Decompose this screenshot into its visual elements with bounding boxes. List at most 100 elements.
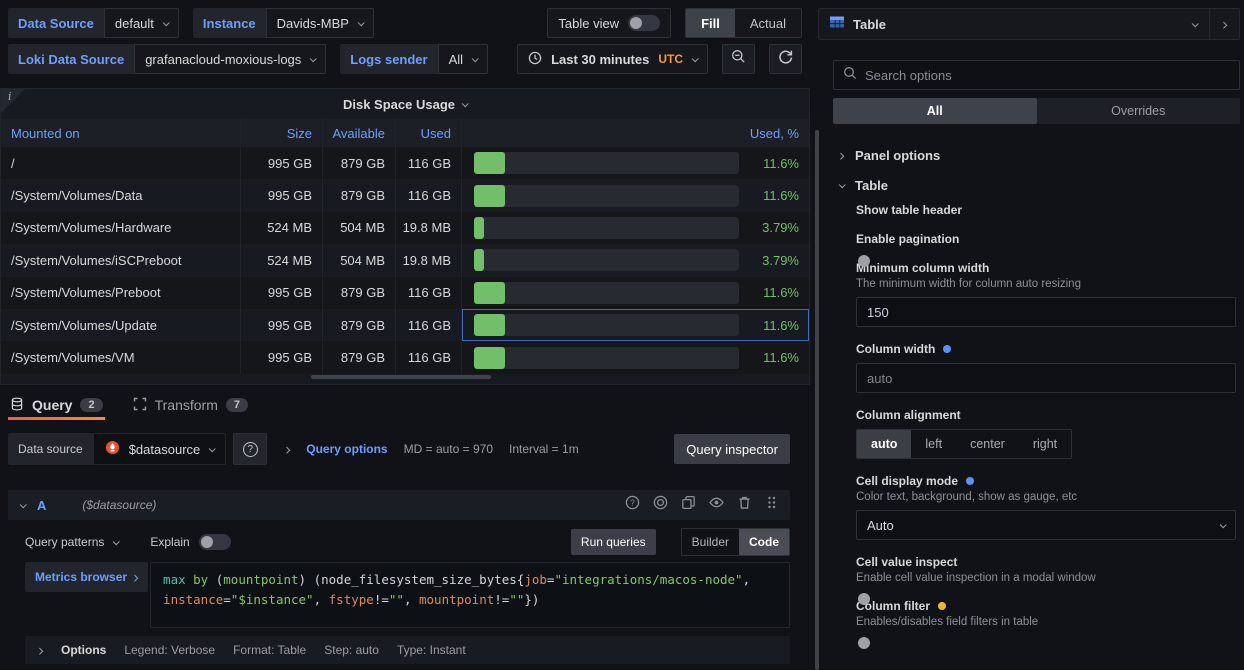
cell-usage-gauge[interactable]: 11.6%	[462, 277, 809, 309]
cell-mounted-on: /System/Volumes/Preboot	[1, 277, 241, 309]
cell-available: 879 GB	[323, 147, 396, 179]
expand-options-button[interactable]	[1209, 9, 1239, 39]
grafana-panel-editor: Data Source default Instance Davids-MBP …	[0, 0, 1244, 670]
gauge-track	[474, 249, 739, 271]
tab-query[interactable]: Query 2	[8, 390, 105, 420]
code-button[interactable]: Code	[739, 529, 789, 555]
timezone-label: UTC	[658, 52, 683, 66]
table-options-list: Show table header Enable pagination Mini…	[856, 203, 1236, 670]
datasource-help-button[interactable]: ?	[233, 433, 267, 465]
record-icon[interactable]	[653, 495, 668, 515]
builder-code-switch: Builder Code	[681, 528, 790, 556]
zoom-out-icon	[731, 49, 746, 69]
cell-usage-gauge-selected[interactable]: 11.6%	[462, 309, 809, 341]
option-label: Show table header	[856, 203, 1236, 217]
query-row-body: Query patterns Explain Run queries Build…	[25, 528, 790, 664]
loki-datasource-picker[interactable]: grafanacloud-moxious-logs	[134, 44, 326, 74]
min-column-width-input[interactable]	[856, 297, 1236, 327]
run-queries-button[interactable]: Run queries	[571, 529, 656, 555]
cell-used: 116 GB	[396, 277, 462, 309]
gauge-value: 11.6%	[749, 318, 799, 333]
tab-query-count: 2	[80, 398, 102, 412]
query-datasource-picker[interactable]: $datasource	[93, 433, 227, 465]
disk-space-usage-panel: i Disk Space Usage Mounted on Size Avail…	[0, 88, 810, 385]
promql-code-editor[interactable]: max by (mountpoint) (node_filesystem_siz…	[150, 562, 790, 628]
query-row-header[interactable]: A ($datasource) ?	[8, 490, 790, 520]
instance-variable-picker[interactable]: Davids-MBP	[266, 8, 374, 38]
interval-summary: Interval = 1m	[509, 442, 579, 456]
horizontal-scrollbar[interactable]	[311, 375, 491, 379]
drag-handle-icon[interactable]	[765, 495, 778, 515]
logs-sender-picker[interactable]: All	[438, 44, 488, 74]
cell-mounted-on: /System/Volumes/iSCPreboot	[1, 244, 241, 276]
gauge-value: 3.79%	[749, 253, 799, 268]
format-summary: Format: Table	[233, 643, 306, 657]
option-cell-display-mode: Cell display mode Color text, background…	[856, 474, 1236, 540]
gauge-track	[474, 282, 739, 304]
table-view-toggle[interactable]	[628, 15, 660, 31]
datasource-variable-picker[interactable]: default	[104, 8, 179, 38]
column-header-mounted-on[interactable]: Mounted on	[1, 119, 241, 147]
explain-toggle[interactable]	[199, 534, 231, 550]
cell-usage-gauge[interactable]: 3.79%	[462, 212, 809, 244]
options-search-input[interactable]	[865, 68, 1230, 83]
alignment-center[interactable]: center	[956, 430, 1019, 458]
column-header-size[interactable]: Size	[241, 119, 323, 147]
prometheus-icon	[105, 440, 120, 458]
options-sidebar: Table All Overrides Panel options Table …	[818, 0, 1244, 670]
cell-usage-gauge[interactable]: 11.6%	[462, 147, 809, 179]
alignment-right[interactable]: right	[1019, 430, 1071, 458]
options-toggle[interactable]: Options	[61, 643, 106, 657]
query-inspector-button[interactable]: Query inspector	[674, 434, 790, 464]
query-patterns-button[interactable]: Query patterns	[25, 535, 104, 549]
time-range-picker[interactable]: Last 30 minutes UTC	[517, 44, 708, 74]
actual-button[interactable]: Actual	[735, 9, 801, 37]
copy-icon[interactable]	[681, 495, 696, 515]
chevron-down-icon	[358, 19, 365, 26]
column-header-used-pct[interactable]: Used, %	[462, 119, 809, 147]
explain-label: Explain	[150, 535, 189, 549]
tab-all-options[interactable]: All	[833, 98, 1037, 124]
section-panel-options[interactable]: Panel options	[818, 141, 1240, 169]
cell-size: 995 GB	[241, 277, 323, 309]
visualization-name: Table	[853, 17, 886, 32]
chevron-down-icon	[163, 19, 170, 26]
cell-usage-gauge[interactable]: 3.79%	[462, 244, 809, 276]
cell-size: 524 MB	[241, 212, 323, 244]
cell-usage-gauge[interactable]: 11.6%	[462, 341, 809, 373]
query-options-link[interactable]: Query options	[306, 442, 387, 456]
column-header-available[interactable]: Available	[323, 119, 396, 147]
query-ref-id: A	[37, 498, 46, 513]
panel-title[interactable]: Disk Space Usage	[1, 89, 809, 119]
visualization-picker[interactable]: Table	[818, 8, 1240, 40]
trash-icon[interactable]	[737, 495, 752, 515]
fill-button[interactable]: Fill	[686, 9, 735, 37]
eye-icon[interactable]	[709, 495, 724, 515]
tab-transform-count: 7	[226, 398, 248, 412]
cell-used: 19.8 MB	[396, 244, 462, 276]
table-header-row: Mounted on Size Available Used Used, %	[1, 119, 809, 147]
cell-display-mode-select[interactable]: Auto	[856, 510, 1236, 540]
builder-button[interactable]: Builder	[682, 529, 739, 555]
option-column-alignment: Column alignment auto left center right	[856, 408, 1236, 459]
table-body: / 995 GB 879 GB 116 GB 11.6% /System/Vol…	[1, 147, 809, 374]
gauge-value: 11.6%	[749, 350, 799, 365]
zoom-out-button[interactable]	[722, 44, 755, 74]
chevron-down-icon	[472, 55, 479, 62]
refresh-button[interactable]	[769, 44, 802, 74]
panel-info-corner[interactable]	[1, 89, 25, 113]
alignment-auto[interactable]: auto	[857, 430, 911, 458]
cell-size: 995 GB	[241, 179, 323, 211]
metrics-browser-button[interactable]: Metrics browser	[25, 562, 148, 592]
help-circle-icon[interactable]: ?	[625, 495, 640, 515]
section-table[interactable]: Table	[818, 171, 1240, 199]
column-width-input[interactable]	[856, 363, 1236, 393]
tab-overrides[interactable]: Overrides	[1037, 98, 1241, 124]
alignment-left[interactable]: left	[911, 430, 956, 458]
sidebar-scrollbar[interactable]	[815, 130, 819, 670]
column-header-used[interactable]: Used	[396, 119, 462, 147]
option-enable-pagination: Enable pagination	[856, 232, 1236, 246]
option-label: Minimum column width	[856, 261, 1236, 275]
tab-transform[interactable]: Transform 7	[131, 390, 250, 420]
cell-usage-gauge[interactable]: 11.6%	[462, 179, 809, 211]
